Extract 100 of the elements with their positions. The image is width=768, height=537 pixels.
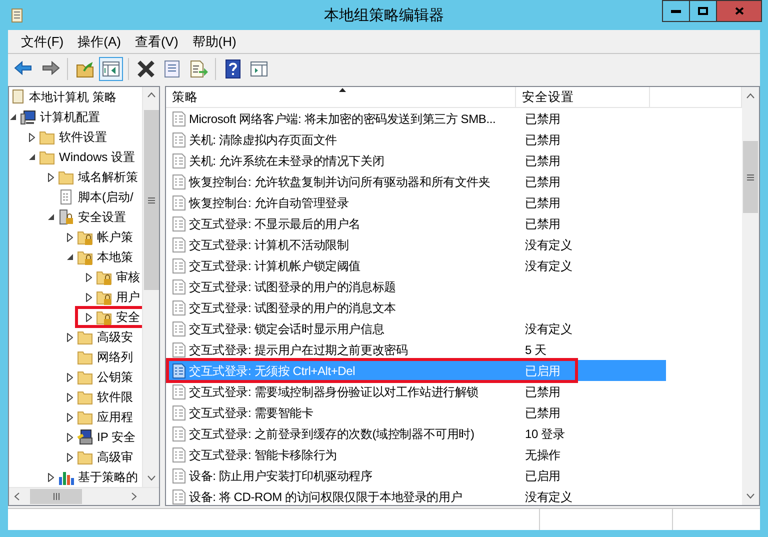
collapsed-arrow-icon[interactable]	[67, 232, 73, 242]
tree-item[interactable]: Windows 设置	[59, 148, 136, 166]
grip-icon	[747, 174, 754, 180]
tree-item[interactable]: 脚本(启动/	[78, 188, 134, 206]
folder-icon	[77, 349, 93, 365]
tree-item[interactable]: 高级审	[97, 448, 133, 466]
policy-row[interactable]: Microsoft 网络客户端: 将未加密的密码发送到第三方 SMB... 已禁用	[168, 108, 666, 129]
table-cell-text: 已启用	[524, 362, 560, 380]
vertical-scrollbar[interactable]	[742, 87, 759, 505]
policy-icon	[172, 110, 186, 126]
tree-item[interactable]: 计算机配置	[40, 108, 100, 126]
collapsed-arrow-icon[interactable]	[29, 132, 35, 142]
policy-row[interactable]: 交互式登录: 智能卡移除行为 无操作	[168, 444, 666, 465]
tree-item[interactable]: IP 安全	[97, 428, 136, 446]
scroll-down-icon[interactable]	[146, 475, 156, 481]
horizontal-scrollbar[interactable]	[9, 487, 159, 505]
policy-row[interactable]: 交互式登录: 锁定会话时显示用户信息 没有定义	[168, 318, 666, 339]
collapsed-arrow-icon[interactable]	[48, 172, 54, 182]
tree-item[interactable]: 软件限	[97, 388, 133, 406]
policy-row[interactable]: 恢复控制台: 允许自动管理登录 已禁用	[168, 192, 666, 213]
collapsed-arrow-icon[interactable]	[86, 272, 92, 282]
column-header[interactable]: 安全设置	[516, 87, 650, 108]
policy-row[interactable]: 交互式登录: 试图登录的用户的消息标题	[168, 276, 666, 297]
toolbar-button[interactable]	[99, 57, 123, 81]
policy-row[interactable]: 交互式登录: 需要智能卡 已禁用	[168, 402, 666, 423]
folder-icon	[77, 449, 93, 465]
policy-row[interactable]: 交互式登录: 之前登录到缓存的次数(域控制器不可用时) 10 登录	[168, 423, 666, 444]
policy-row[interactable]: 交互式登录: 提示用户在过期之前更改密码 5 天	[168, 339, 666, 360]
expanded-arrow-icon[interactable]	[10, 114, 16, 120]
table-cell-text: 没有定义	[524, 258, 572, 274]
collapsed-arrow-icon[interactable]	[67, 392, 73, 402]
tree-item[interactable]: 用户	[116, 288, 140, 306]
scrollbar-thumb[interactable]	[144, 110, 158, 290]
policy-icon	[172, 236, 186, 252]
policy-row[interactable]: 交互式登录: 需要域控制器身份验证以对工作站进行解锁 已禁用	[168, 381, 666, 402]
policy-row[interactable]: 交互式登录: 计算机不活动限制 没有定义	[168, 234, 666, 255]
scrollbar-thumb[interactable]	[30, 489, 82, 504]
policy-row[interactable]: 关机: 清除虚拟内存页面文件 已禁用	[168, 129, 666, 150]
menu-item[interactable]: 帮助(H)	[187, 32, 242, 52]
tree-item[interactable]: 域名解析策	[78, 168, 138, 186]
tree-item[interactable]: 帐户策	[97, 228, 133, 246]
locked-folder-icon	[96, 289, 112, 305]
collapsed-arrow-icon[interactable]	[86, 292, 92, 302]
tree-item[interactable]: 本地策	[97, 248, 133, 266]
policy-row[interactable]: 交互式登录: 计算机帐户锁定阈值 没有定义	[168, 255, 666, 276]
menu-item[interactable]: 文件(F)	[16, 32, 69, 52]
policy-icon	[172, 446, 186, 462]
collapsed-arrow-icon[interactable]	[67, 432, 73, 442]
policy-icon	[172, 342, 186, 358]
policy-row[interactable]: 交互式登录: 不显示最后的用户名 已禁用	[168, 213, 666, 234]
collapsed-arrow-icon[interactable]	[67, 332, 73, 342]
tree-item[interactable]: 审核	[116, 268, 140, 286]
menu-item[interactable]: 查看(V)	[130, 32, 184, 52]
tree-item[interactable]: 本地计算机 策略	[29, 88, 116, 106]
table-cell-text: 交互式登录: 需要域控制器身份验证以对工作站进行解锁	[189, 384, 480, 400]
collapsed-arrow-icon[interactable]	[67, 372, 73, 382]
vertical-scrollbar[interactable]	[142, 87, 159, 487]
tree-item[interactable]: 软件设置	[59, 128, 107, 146]
policy-icon	[172, 132, 186, 148]
tree-item[interactable]: 网络列	[97, 348, 133, 366]
close-button[interactable]	[716, 0, 762, 22]
tree-item[interactable]: 应用程	[97, 408, 133, 426]
policy-row[interactable]: 设备: 将 CD-ROM 的访问权限仅限于本地登录的用户 没有定义	[168, 486, 666, 505]
scroll-right-icon[interactable]	[131, 492, 137, 501]
column-header[interactable]: 策略	[166, 87, 516, 108]
tree-item[interactable]: 公钥策	[97, 368, 133, 386]
grip-icon	[52, 493, 60, 500]
expanded-arrow-icon[interactable]	[48, 214, 54, 220]
computer-key-icon	[77, 429, 93, 445]
policy-row[interactable]: 关机: 允许系统在未登录的情况下关闭 已禁用	[168, 150, 666, 171]
action-pane-icon	[249, 59, 269, 79]
window-title: 本地组策略编辑器	[324, 6, 444, 26]
minimize-button[interactable]	[662, 0, 690, 22]
collapsed-arrow-icon[interactable]	[86, 312, 92, 322]
tree-item[interactable]: 基于策略的	[78, 468, 138, 486]
policy-row[interactable]: 交互式登录: 试图登录的用户的消息文本	[168, 297, 666, 318]
tree-item[interactable]: 安全	[116, 308, 140, 326]
table-cell-text: Microsoft 网络客户端: 将未加密的密码发送到第三方 SMB...	[189, 110, 497, 128]
policy-icon	[172, 426, 186, 442]
app-icon	[10, 8, 24, 24]
policy-row[interactable]: 恢复控制台: 允许软盘复制并访问所有驱动器和所有文件夹 已禁用	[168, 171, 666, 192]
collapsed-arrow-icon[interactable]	[67, 452, 73, 462]
tree-item[interactable]: 高级安	[97, 328, 133, 346]
collapsed-arrow-icon[interactable]	[48, 472, 54, 482]
tree-item[interactable]: 安全设置	[78, 208, 126, 226]
scroll-down-icon[interactable]	[746, 493, 755, 499]
policy-row[interactable]: 设备: 防止用户安装打印机驱动程序 已启用	[168, 465, 666, 486]
table-cell-text: 交互式登录: 提示用户在过期之前更改密码	[189, 342, 409, 358]
scroll-left-icon[interactable]	[14, 492, 20, 501]
scroll-up-icon[interactable]	[746, 93, 755, 99]
expanded-arrow-icon[interactable]	[67, 254, 73, 260]
bar-chart-icon	[58, 469, 74, 485]
policy-icon	[172, 194, 186, 210]
scroll-up-icon[interactable]	[146, 92, 156, 98]
collapsed-arrow-icon[interactable]	[67, 412, 73, 422]
scrollbar-thumb[interactable]	[743, 141, 758, 213]
table-cell-text: 没有定义	[524, 488, 572, 505]
expanded-arrow-icon[interactable]	[29, 154, 35, 160]
menu-item[interactable]: 操作(A)	[72, 32, 126, 52]
table-cell-text: 已禁用	[524, 174, 560, 190]
